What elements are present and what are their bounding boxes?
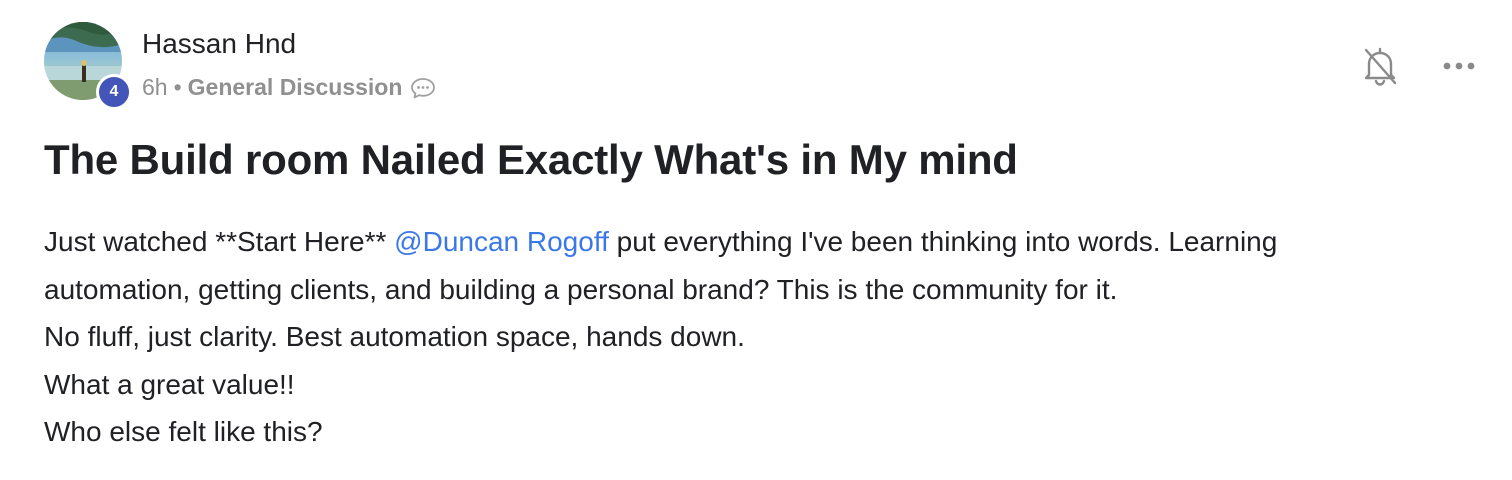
post-text-segment: Just watched **Start Here** [44,226,395,257]
more-horizontal-icon [1438,62,1482,84]
post-text-segment: put everything I've been thinking into w… [608,226,1278,257]
more-options-button[interactable] [1438,52,1482,80]
post-body: Just watched **Start Here** @Duncan Rogo… [44,218,1474,456]
notification-toggle-button[interactable] [1360,44,1400,88]
post-meta: 6h • General Discussion [142,74,436,101]
community-post: 4 Hassan Hnd 6h • General Discussion The… [0,0,1512,480]
post-body-line: Just watched **Start Here** @Duncan Rogo… [44,218,1474,266]
chat-bubble-icon [410,76,436,100]
level-badge: 4 [96,74,132,110]
post-time: 6h [142,74,168,100]
author-name[interactable]: Hassan Hnd [142,28,296,60]
post-body-line: No fluff, just clarity. Best automation … [44,321,745,352]
post-body-line: What a great value!! [44,368,295,400]
author-avatar-wrapper[interactable]: 4 [44,22,132,110]
post-category[interactable]: General Discussion [188,74,403,101]
post-body-line: automation, getting clients, and buildin… [44,273,1118,305]
post-body-line: Who else felt like this? [44,416,323,447]
meta-separator: • [173,74,182,100]
post-title[interactable]: The Build room Nailed Exactly What's in … [44,136,1018,184]
bell-off-icon [1360,47,1400,92]
mention-link[interactable]: @Duncan Rogoff [394,226,609,257]
